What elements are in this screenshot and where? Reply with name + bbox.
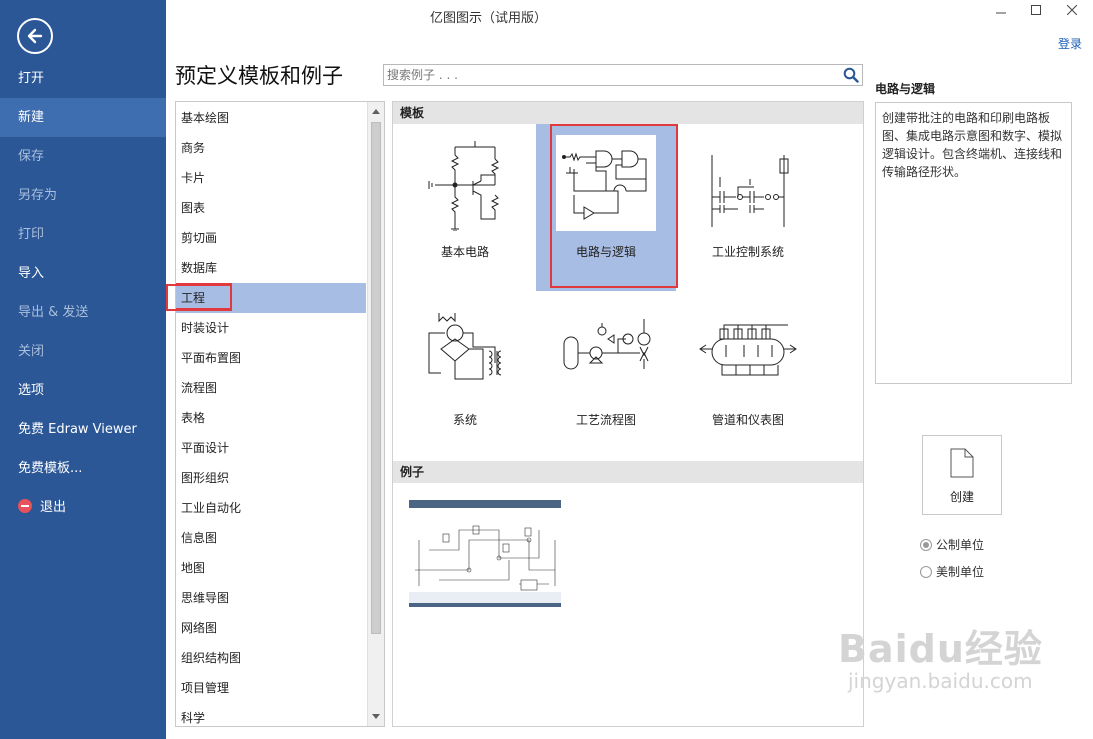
category-item[interactable]: 剪切画 (176, 223, 366, 253)
category-item[interactable]: 网络图 (176, 613, 366, 643)
radio-icon[interactable] (920, 566, 932, 578)
search-icon[interactable] (843, 67, 859, 86)
template-label: 工艺流程图 (575, 413, 636, 427)
backstage-menu: 打开 新建 保存 另存为 打印 导入 导出 & 发送 关闭 选项 免费 Edra… (0, 59, 166, 527)
template-basic-circuit[interactable]: 基本电路 (395, 124, 535, 291)
exit-icon (18, 499, 32, 513)
menu-free-viewer[interactable]: 免费 Edraw Viewer (0, 410, 166, 449)
close-icon[interactable] (1057, 2, 1087, 22)
menu-export-send[interactable]: 导出 & 发送 (0, 293, 166, 332)
template-industrial-control[interactable]: 工业控制系统 (678, 124, 818, 291)
process-flow-thumbnail (563, 319, 651, 370)
category-item[interactable]: 时装设计 (176, 313, 366, 343)
scroll-down-icon[interactable] (372, 714, 380, 719)
category-item[interactable]: 项目管理 (176, 673, 366, 703)
login-link[interactable]: 登录 (1058, 35, 1082, 52)
radio-icon[interactable] (920, 539, 932, 551)
menu-import[interactable]: 导入 (0, 254, 166, 293)
menu-options[interactable]: 选项 (0, 371, 166, 410)
back-arrow-icon[interactable] (17, 18, 53, 54)
menu-close[interactable]: 关闭 (0, 332, 166, 371)
category-scrollbar[interactable] (367, 102, 384, 726)
category-item[interactable]: 组织结构图 (176, 643, 366, 673)
radio-label: 公制单位 (936, 538, 985, 552)
menu-print[interactable]: 打印 (0, 215, 166, 254)
radio-label: 美制单位 (936, 565, 985, 579)
window-title: 亿图图示（试用版） (430, 11, 548, 26)
menu-free-templates[interactable]: 免费模板... (0, 449, 166, 488)
category-item[interactable]: 思维导图 (176, 583, 366, 613)
create-button-label: 创建 (949, 490, 974, 504)
maximize-icon[interactable] (1021, 2, 1051, 22)
template-highlight-box (550, 124, 678, 288)
category-list: 基本绘图 商务 卡片 图表 剪切画 数据库 工程 时装设计 平面布置图 流程图 … (175, 101, 385, 727)
backstage-sidebar: 打开 新建 保存 另存为 打印 导入 导出 & 发送 关闭 选项 免费 Edra… (0, 0, 166, 739)
scroll-thumb[interactable] (371, 122, 381, 634)
category-item[interactable]: 商务 (176, 133, 366, 163)
watermark: Baidu经验 jingyan.baidu.com (838, 618, 1043, 693)
document-icon (950, 448, 974, 478)
category-item[interactable]: 数据库 (176, 253, 366, 283)
basic-circuit-thumbnail (428, 141, 500, 231)
category-item[interactable]: 平面设计 (176, 433, 366, 463)
system-thumbnail (428, 313, 502, 380)
search-input[interactable] (384, 65, 824, 85)
template-pid[interactable]: 管道和仪表图 (678, 292, 818, 459)
template-label: 管道和仪表图 (711, 413, 784, 427)
template-label: 工业控制系统 (711, 245, 784, 259)
category-item[interactable]: 基本绘图 (176, 103, 366, 133)
category-item[interactable]: 信息图 (176, 523, 366, 553)
category-item[interactable]: 科学 (176, 703, 366, 726)
industrial-control-thumbnail (711, 155, 789, 227)
category-item[interactable]: 地图 (176, 553, 366, 583)
menu-open[interactable]: 打开 (0, 59, 166, 98)
detail-description: 创建带批注的电路和印刷电路板图、集成电路示意图和数字、模拟逻辑设计。包含终端机、… (875, 102, 1072, 384)
watermark-main: Baidu经验 (838, 627, 1043, 671)
template-label: 系统 (452, 413, 477, 427)
template-label: 基本电路 (440, 245, 489, 259)
category-item[interactable]: 流程图 (176, 373, 366, 403)
category-item[interactable]: 图形组织 (176, 463, 366, 493)
examples-section-header: 例子 (393, 461, 863, 483)
detail-title: 电路与逻辑 (875, 82, 936, 96)
menu-exit[interactable]: 退出 (0, 488, 166, 527)
page-title: 预定义模板和例子 (175, 64, 343, 88)
category-item[interactable]: 卡片 (176, 163, 366, 193)
example-thumbnail[interactable] (409, 500, 561, 607)
category-item[interactable]: 图表 (176, 193, 366, 223)
template-panel: 模板 基本电路 电路与逻辑 工业控制系统 系统 工艺流程图 管道和仪表图 例子 (392, 101, 864, 727)
us-units-option[interactable]: 美制单位 (920, 563, 984, 580)
menu-save-as[interactable]: 另存为 (0, 176, 166, 215)
menu-exit-label: 退出 (40, 500, 67, 515)
watermark-sub: jingyan.baidu.com (848, 669, 1033, 693)
template-process-flow[interactable]: 工艺流程图 (536, 292, 676, 459)
template-system[interactable]: 系统 (395, 292, 535, 459)
metric-units-option[interactable]: 公制单位 (920, 536, 984, 553)
templates-section-header: 模板 (393, 102, 863, 124)
category-highlight-box (166, 284, 232, 311)
scroll-up-icon[interactable] (372, 109, 380, 114)
minimize-icon[interactable] (986, 2, 1016, 22)
create-button[interactable]: 创建 (922, 435, 1002, 515)
pid-thumbnail (699, 324, 797, 376)
menu-new[interactable]: 新建 (0, 98, 166, 137)
menu-save[interactable]: 保存 (0, 137, 166, 176)
search-box (383, 64, 863, 86)
category-item[interactable]: 工业自动化 (176, 493, 366, 523)
category-item[interactable]: 表格 (176, 403, 366, 433)
category-item[interactable]: 平面布置图 (176, 343, 366, 373)
